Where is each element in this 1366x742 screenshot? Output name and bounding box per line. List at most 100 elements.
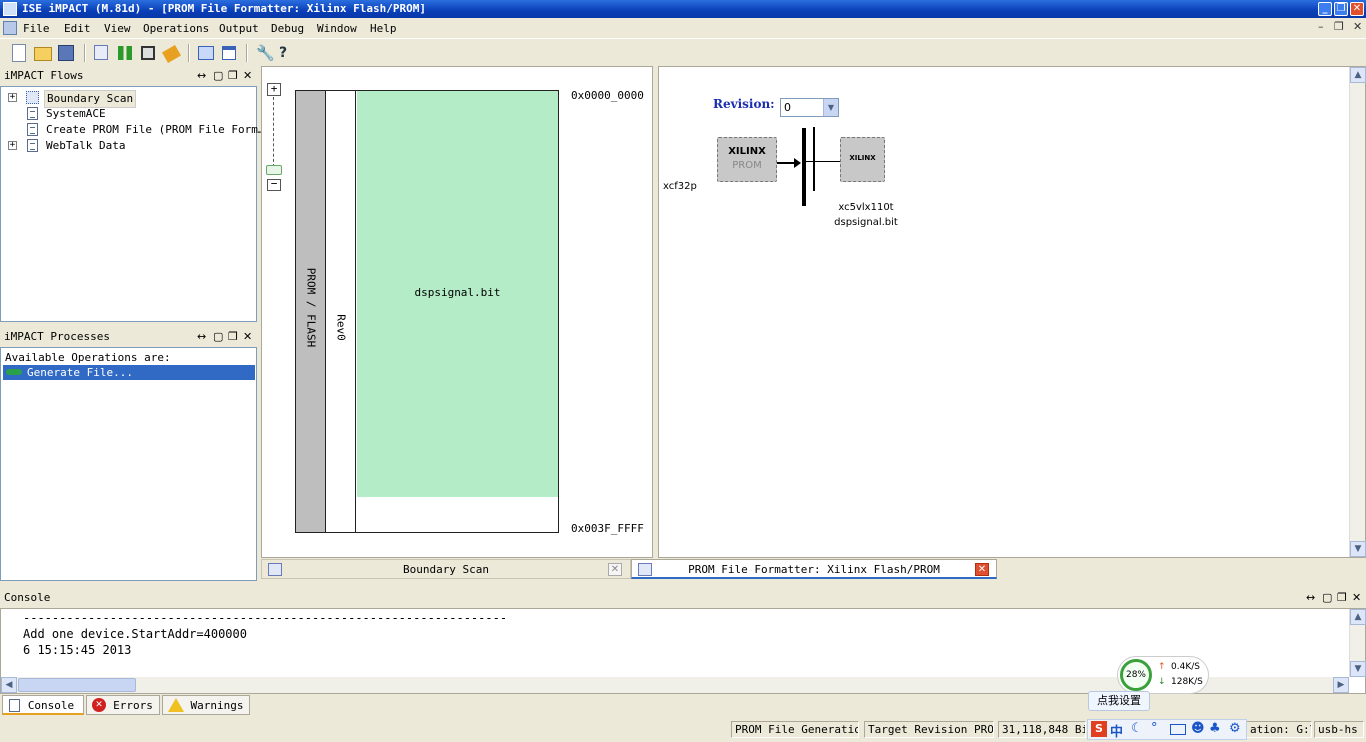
chip-icon[interactable] (141, 46, 155, 60)
fpga-chip[interactable]: XILINX (840, 137, 885, 182)
open-folder-icon[interactable] (34, 47, 52, 61)
restore-button[interactable]: ❐ (1334, 2, 1348, 16)
status-location: ation: G:\/ (1246, 721, 1312, 738)
save-icon[interactable] (58, 45, 74, 61)
processes-list: Available Operations are: Generate File.… (0, 347, 257, 581)
menu-file[interactable]: File (23, 22, 50, 35)
wrench-icon[interactable]: 🔧 (256, 44, 275, 62)
app-icon (3, 2, 17, 16)
moon-icon[interactable]: ☾ (1131, 721, 1143, 736)
prom-chip[interactable]: XILINX PROM (717, 137, 777, 182)
menu-output[interactable]: Output (219, 22, 259, 35)
user-icon[interactable]: ☻ (1191, 721, 1205, 736)
tab-console[interactable]: Console (2, 695, 84, 715)
console-vscroll[interactable]: ▲ ▼ (1349, 609, 1366, 677)
tab-close-icon[interactable]: ✕ (608, 563, 622, 576)
bus-line (813, 127, 815, 191)
menu-edit[interactable]: Edit (64, 22, 91, 35)
scroll-thumb[interactable] (18, 678, 136, 692)
tab-errors[interactable]: ✕ Errors (86, 695, 160, 715)
revision-column-label: Rev0 (334, 314, 348, 341)
flow-item-systemace[interactable]: SystemACE (1, 106, 257, 122)
new-file-icon[interactable] (12, 44, 26, 62)
end-address-label: 0x003F_FFFF (571, 522, 644, 535)
flow-item-create-prom[interactable]: Create PROM File (PROM File Form… (1, 122, 265, 138)
tab-warnings[interactable]: Warnings (162, 695, 250, 715)
expand-icon[interactable]: + (8, 93, 17, 102)
file-region[interactable]: dspsignal.bit (357, 91, 558, 497)
tools-icon[interactable]: ⚙ (1229, 721, 1241, 736)
process-generate-file[interactable]: Generate File... (3, 365, 255, 380)
process-label: Generate File... (27, 366, 133, 379)
scroll-right-icon[interactable]: ▶ (1333, 677, 1349, 693)
flow-item-webtalk[interactable]: + WebTalk Data (1, 138, 257, 154)
start-address-label: 0x0000_0000 (571, 89, 644, 102)
tab-label: Boundary Scan (402, 563, 490, 576)
expand-icon[interactable]: + (8, 141, 17, 150)
cascade-icon[interactable] (198, 46, 214, 60)
chevron-down-icon[interactable]: ▼ (823, 99, 838, 116)
panel-minimize-icon[interactable]: ▢ (1322, 589, 1332, 607)
tab-boundary-scan[interactable]: Boundary Scan ✕ (261, 559, 631, 579)
arrow-right-icon (794, 158, 801, 168)
tile-icon[interactable] (222, 46, 236, 60)
menu-window[interactable]: Window (317, 22, 357, 35)
document-icon (27, 123, 38, 136)
upload-arrow-icon: ↑ (1158, 662, 1166, 672)
toolbar-separator (188, 44, 190, 62)
zoom-in-icon[interactable]: + (267, 83, 281, 96)
panel-maximize-icon[interactable]: ❐ (1337, 589, 1347, 607)
status-bits: 31,118,848 Bit (998, 721, 1086, 738)
panel-maximize-icon[interactable]: ❐ (228, 328, 238, 346)
net-speed-widget[interactable]: 28% ↑ 0.4K/S ↓ 128K/S (1117, 656, 1209, 694)
menu-bar: File Edit View Operations Output Debug W… (0, 18, 1366, 39)
scroll-down-icon[interactable]: ▼ (1350, 541, 1366, 557)
ime-logo-icon[interactable]: S (1091, 721, 1107, 737)
grid-icon[interactable] (118, 46, 132, 60)
panel-float-icon[interactable]: ↔ (197, 328, 206, 346)
tab-label: PROM File Formatter: Xilinx Flash/PROM (688, 563, 940, 576)
scroll-left-icon[interactable]: ◀ (1, 677, 17, 693)
minimize-button[interactable]: _ (1318, 2, 1332, 16)
fpga-connector-line (806, 161, 841, 162)
scroll-up-icon[interactable]: ▲ (1350, 67, 1366, 83)
panel-maximize-icon[interactable]: ❐ (228, 67, 238, 85)
scroll-down-icon[interactable]: ▼ (1350, 661, 1366, 677)
flow-item-boundary-scan[interactable]: + Boundary Scan (1, 90, 257, 108)
fpga-name-label: xc5vlx110t (838, 202, 894, 213)
console-panel-header: Console ↔ ▢ ❐ ✕ (0, 589, 1366, 607)
revision-select-value: 0 (784, 101, 791, 114)
window-title: ISE iMPACT (M.81d) - [PROM File Formatte… (22, 2, 426, 15)
program-icon[interactable] (162, 45, 181, 63)
revision-select[interactable]: 0 ▼ (780, 98, 839, 117)
panel-float-icon[interactable]: ↔ (197, 67, 206, 85)
mdi-minimize-button[interactable]: – (1318, 20, 1324, 33)
skin-icon[interactable]: ♣ (1209, 721, 1221, 736)
ime-mode[interactable]: 中 (1110, 721, 1123, 740)
mdi-restore-button[interactable]: ❐ (1334, 20, 1344, 33)
zoom-out-icon[interactable]: − (267, 178, 281, 191)
copy-icon[interactable] (94, 45, 108, 60)
keyboard-icon[interactable] (1170, 724, 1186, 735)
menu-help[interactable]: Help (370, 22, 397, 35)
help-pointer-icon[interactable]: ? (279, 44, 297, 62)
menu-debug[interactable]: Debug (271, 22, 304, 35)
menu-operations[interactable]: Operations (143, 22, 209, 35)
tab-prom-file-formatter[interactable]: PROM File Formatter: Xilinx Flash/PROM ✕ (631, 559, 997, 579)
scroll-up-icon[interactable]: ▲ (1350, 609, 1366, 625)
panel-float-icon[interactable]: ↔ (1306, 589, 1315, 607)
panel-close-icon[interactable]: ✕ (243, 328, 252, 346)
download-speed: 128K/S (1171, 677, 1203, 687)
mdi-close-button[interactable]: ✕ (1353, 20, 1362, 33)
panel-minimize-icon[interactable]: ▢ (213, 328, 223, 346)
panel-minimize-icon[interactable]: ▢ (213, 67, 223, 85)
close-button[interactable]: ✕ (1350, 2, 1364, 16)
panel-close-icon[interactable]: ✕ (243, 67, 252, 85)
tab-close-icon[interactable]: ✕ (975, 563, 989, 576)
prom-brand-label: XILINX (728, 146, 766, 157)
punctuation-icon[interactable]: ° (1151, 721, 1158, 736)
chain-scrollbar[interactable]: ▲ ▼ (1349, 67, 1366, 557)
zoom-slider-thumb[interactable] (266, 165, 282, 175)
panel-close-icon[interactable]: ✕ (1352, 589, 1361, 607)
menu-view[interactable]: View (104, 22, 131, 35)
